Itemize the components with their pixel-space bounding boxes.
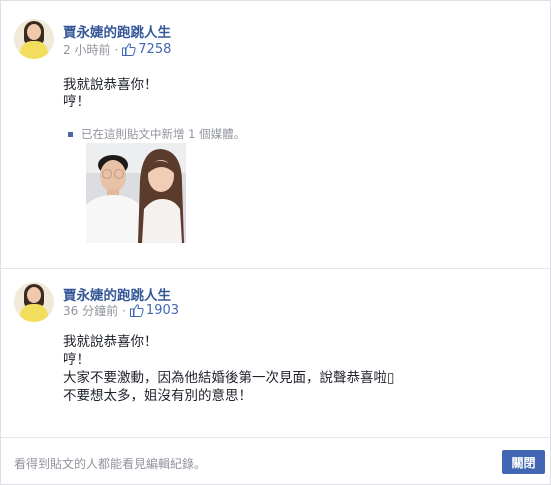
- footer-divider: [1, 437, 550, 438]
- post-revision: 賈永婕的跑跳人生 36 分鐘前 · 1903 我就說恭喜你！ 哼！ 大家不要激動…: [1, 269, 550, 437]
- author-name[interactable]: 賈永婕的跑跳人生: [63, 21, 171, 41]
- thumbs-up-icon: [129, 304, 144, 317]
- post-meta: 36 分鐘前 · 1903: [63, 302, 179, 319]
- like-count-value: 7258: [138, 42, 172, 57]
- timestamp[interactable]: 2 小時前: [63, 41, 110, 58]
- post-line: 我就說恭喜你！: [63, 77, 158, 93]
- close-button[interactable]: 關閉: [502, 450, 545, 474]
- avatar[interactable]: [14, 19, 54, 59]
- like-count-value: 1903: [145, 303, 180, 318]
- post-meta: 2 小時前 · 7258: [63, 41, 171, 58]
- post-line: 我就說恭喜你！: [63, 334, 158, 350]
- separator: ·: [122, 303, 126, 318]
- timestamp[interactable]: 36 分鐘前: [63, 302, 118, 319]
- thumbs-up-icon: [122, 43, 136, 56]
- bullet-icon: [68, 131, 73, 137]
- selfie-photo: [86, 143, 186, 243]
- media-note-text: 已在這則貼文中新增 1 個媒體。: [81, 127, 246, 141]
- post-line: 哼！: [63, 94, 90, 110]
- author-name[interactable]: 賈永婕的跑跳人生: [63, 284, 171, 304]
- post-line: 不要想太多，姐沒有別的意思！: [63, 388, 252, 404]
- like-count[interactable]: 1903: [129, 303, 180, 318]
- avatar[interactable]: [14, 282, 54, 322]
- post-revision: 賈永婕的跑跳人生 2 小時前 · 7258 我就說恭喜你！ 哼！ 已在這則貼文中…: [1, 1, 550, 268]
- edit-history-note: 看得到貼文的人都能看見編輯紀錄。: [14, 457, 207, 471]
- post-photo[interactable]: [86, 143, 186, 243]
- post-line: 哼！: [63, 352, 90, 368]
- post-line: 大家不要激動，因為他結婚後第一次見面，說聲恭喜啦▯: [63, 370, 395, 386]
- edit-history-dialog: 賈永婕的跑跳人生 2 小時前 · 7258 我就說恭喜你！ 哼！ 已在這則貼文中…: [0, 0, 551, 485]
- like-count[interactable]: 7258: [122, 42, 171, 57]
- media-added-note: 已在這則貼文中新增 1 個媒體。: [68, 126, 245, 142]
- separator: ·: [114, 42, 119, 57]
